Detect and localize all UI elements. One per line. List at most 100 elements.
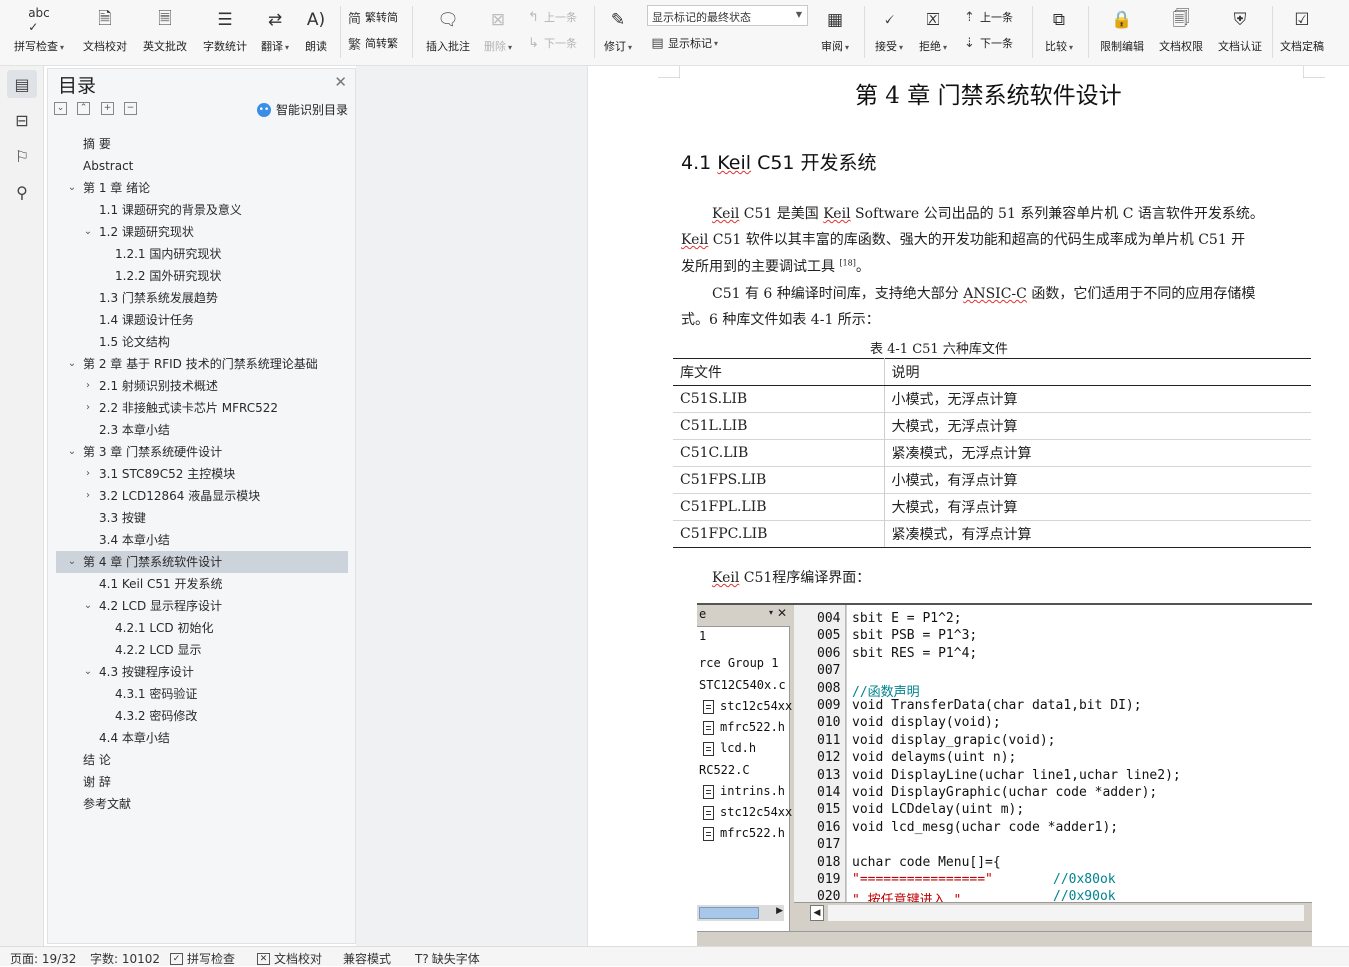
accept-button[interactable]: 🗸 接受 ▾ bbox=[870, 2, 908, 62]
remove-heading-icon[interactable]: − bbox=[124, 102, 137, 115]
chevron-right-icon[interactable]: › bbox=[82, 463, 94, 485]
toc-item[interactable]: 1.1 课题研究的背景及意义 bbox=[56, 199, 348, 221]
doc-proof-button[interactable]: 🗎 文档校对 bbox=[80, 2, 130, 62]
toc-item[interactable]: ⌄ 第 1 章 绪论 bbox=[56, 177, 348, 199]
line-number: 018 bbox=[817, 854, 841, 870]
translate-button[interactable]: ⇄ 翻译 ▾ bbox=[256, 2, 294, 62]
toc-item[interactable]: 4.2.1 LCD 初始化 bbox=[56, 617, 348, 639]
english-review-button[interactable]: 🗏 英文批改 bbox=[140, 2, 190, 62]
toc-item[interactable]: › 3.2 LCD12864 液晶显示模块 bbox=[56, 485, 348, 507]
page-corner-mark bbox=[1303, 66, 1325, 78]
word-count[interactable]: 字数: 10102 bbox=[90, 950, 160, 967]
doc-proof-icon: 🗎 bbox=[98, 8, 112, 29]
chevron-right-icon[interactable]: › bbox=[82, 397, 94, 419]
comment-delete-icon: ⊠ bbox=[490, 10, 506, 30]
chevron-down-icon[interactable]: ⌄ bbox=[66, 551, 78, 573]
review-button[interactable]: ▦ 审阅 ▾ bbox=[816, 2, 854, 62]
chevron-down-icon[interactable]: ⌄ bbox=[82, 221, 94, 243]
toc-item[interactable]: › 2.1 射频识别技术概述 bbox=[56, 375, 348, 397]
toc-item[interactable]: 1.4 课题设计任务 bbox=[56, 309, 348, 331]
chevron-down-icon[interactable]: ⌄ bbox=[66, 353, 78, 375]
doc-permission-button[interactable]: 🗐 文档权限 bbox=[1155, 2, 1207, 62]
spell-check-button[interactable]: abc ✓ 拼写检查 ▾ bbox=[10, 2, 68, 62]
revision-button[interactable]: ✎ 修订 ▾ bbox=[600, 2, 636, 62]
chevron-right-icon[interactable]: › bbox=[82, 375, 94, 397]
line-number: 015 bbox=[817, 802, 841, 818]
toc-item[interactable]: 4.4 本章小结 bbox=[56, 727, 348, 749]
show-markup-icon: ▤ bbox=[651, 35, 664, 51]
word-count-button[interactable]: ☰ 字数统计 bbox=[200, 2, 250, 62]
toc-item[interactable]: 2.3 本章小结 bbox=[56, 419, 348, 441]
toc-item-label: 1.3 门禁系统发展趋势 bbox=[99, 291, 218, 305]
next-change-button[interactable]: ⇣ 下一条 bbox=[962, 34, 1013, 52]
chevron-down-icon[interactable]: ⌄ bbox=[66, 177, 78, 199]
toc-item[interactable]: 结 论 bbox=[56, 749, 348, 771]
to-traditional-button[interactable]: 简繁转简 bbox=[347, 8, 398, 27]
toc-item[interactable]: 4.3.2 密码修改 bbox=[56, 705, 348, 727]
toc-item[interactable]: 1.3 门禁系统发展趋势 bbox=[56, 287, 348, 309]
toc-item[interactable]: › 2.2 非接触式读卡芯片 MFRC522 bbox=[56, 397, 348, 419]
expand-up-icon[interactable]: ⌃ bbox=[77, 102, 90, 115]
toc-panel-icon[interactable]: ▤ bbox=[7, 70, 37, 98]
chevron-right-icon[interactable]: › bbox=[82, 485, 94, 507]
chevron-down-icon[interactable]: ⌄ bbox=[82, 595, 94, 617]
toc-item[interactable]: 4.2.2 LCD 显示 bbox=[56, 639, 348, 661]
table-header-cell: 库文件 bbox=[673, 358, 885, 386]
delete-comment-button[interactable]: ⊠ 删除 ▾ bbox=[480, 2, 516, 62]
collapse-all-icon[interactable]: ⌄ bbox=[54, 102, 67, 115]
paragraph-line: Keil C51 是美国 Keil Software 公司出品的 51 系列兼容… bbox=[712, 206, 1264, 222]
toc-item[interactable]: 参考文献 bbox=[56, 793, 348, 815]
project-panel-header: ✕ ▾ bbox=[697, 605, 790, 627]
display-status-select[interactable]: 显示标记的最终状态 ▼ bbox=[647, 5, 808, 26]
toc-item-label: 4.1 Keil C51 开发系统 bbox=[99, 577, 223, 591]
read-aloud-button[interactable]: A) 朗读 bbox=[300, 2, 332, 62]
doc-finalize-button[interactable]: ☑ 文档定稿 bbox=[1276, 2, 1328, 62]
toc-item[interactable]: ⌄ 1.2 课题研究现状 bbox=[56, 221, 348, 243]
status-doc-proof[interactable]: ✕ 文档校对 bbox=[257, 950, 322, 967]
status-spell-check[interactable]: ✓ 拼写检查 bbox=[170, 950, 235, 967]
toc-item-label: 结 论 bbox=[83, 753, 111, 767]
toc-item[interactable]: › 3.1 STC89C52 主控模块 bbox=[56, 463, 348, 485]
toc-item-label: 2.3 本章小结 bbox=[99, 423, 170, 437]
toc-item[interactable]: 4.3.1 密码验证 bbox=[56, 683, 348, 705]
toc-item[interactable]: Abstract bbox=[56, 155, 348, 177]
project-tree-item: mfrc522.h bbox=[703, 720, 785, 735]
show-markup-button[interactable]: ▤ 显示标记 ▾ bbox=[650, 34, 718, 52]
close-icon[interactable]: ✕ bbox=[334, 73, 347, 91]
structure-panel-icon[interactable]: ⊟ bbox=[7, 106, 37, 134]
prev-comment-button[interactable]: ↰ 上一条 bbox=[526, 8, 577, 26]
toc-item[interactable]: 3.3 按键 bbox=[56, 507, 348, 529]
insert-comment-button[interactable]: 🗨 插入批注 bbox=[422, 2, 474, 62]
citation-ref[interactable]: [18] bbox=[839, 258, 855, 267]
toc-item[interactable]: 1.2.2 国外研究现状 bbox=[56, 265, 348, 287]
toc-item[interactable]: 1.2.1 国内研究现状 bbox=[56, 243, 348, 265]
toc-item[interactable]: ⌄ 4.3 按键程序设计 bbox=[56, 661, 348, 683]
toc-item[interactable]: ⌄ 第 4 章 门禁系统软件设计 bbox=[56, 551, 348, 573]
table-cell: C51FPL.LIB bbox=[673, 493, 885, 521]
search-icon[interactable]: ⚲ bbox=[7, 178, 37, 206]
restrict-edit-button[interactable]: 🔒 限制编辑 bbox=[1096, 2, 1148, 62]
to-simplified-button[interactable]: 繁简转繁 bbox=[347, 34, 398, 53]
toc-item[interactable]: 3.4 本章小结 bbox=[56, 529, 348, 551]
toc-item[interactable]: ⌄ 第 2 章 基于 RFID 技术的门禁系统理论基础 bbox=[56, 353, 348, 375]
table-row: C51FPL.LIB 大模式，有浮点计算 bbox=[673, 493, 1311, 521]
add-heading-icon[interactable]: + bbox=[101, 102, 114, 115]
toc-item[interactable]: ⌄ 第 3 章 门禁系统硬件设计 bbox=[56, 441, 348, 463]
prev-change-button[interactable]: ⇡ 上一条 bbox=[962, 8, 1013, 26]
toc-item[interactable]: 4.1 Keil C51 开发系统 bbox=[56, 573, 348, 595]
toc-navigation-pane: 目录 ✕ ⌄ ⌃ + − •• 智能识别目录 摘 要 Abstract ⌄ 第 1 章… bbox=[47, 68, 356, 944]
compare-button[interactable]: ⧉ 比较 ▾ bbox=[1040, 2, 1078, 62]
missing-font[interactable]: T? 缺失字体 bbox=[415, 950, 480, 967]
chevron-down-icon[interactable]: ⌄ bbox=[66, 441, 78, 463]
smart-toc-button[interactable]: •• 智能识别目录 bbox=[256, 101, 348, 118]
toc-item-label: 谢 辞 bbox=[83, 775, 111, 789]
toc-item[interactable]: 谢 辞 bbox=[56, 771, 348, 793]
next-comment-button[interactable]: ↳ 下一条 bbox=[526, 34, 577, 52]
toc-item[interactable]: ⌄ 4.2 LCD 显示程序设计 bbox=[56, 595, 348, 617]
reject-button[interactable]: 🗵 拒绝 ▾ bbox=[914, 2, 952, 62]
toc-item[interactable]: 1.5 论文结构 bbox=[56, 331, 348, 353]
doc-certify-button[interactable]: ⛨ 文档认证 bbox=[1214, 2, 1266, 62]
toc-item[interactable]: 摘 要 bbox=[56, 133, 348, 155]
bookmark-icon[interactable]: ⚐ bbox=[7, 142, 37, 170]
chevron-down-icon[interactable]: ⌄ bbox=[82, 661, 94, 683]
